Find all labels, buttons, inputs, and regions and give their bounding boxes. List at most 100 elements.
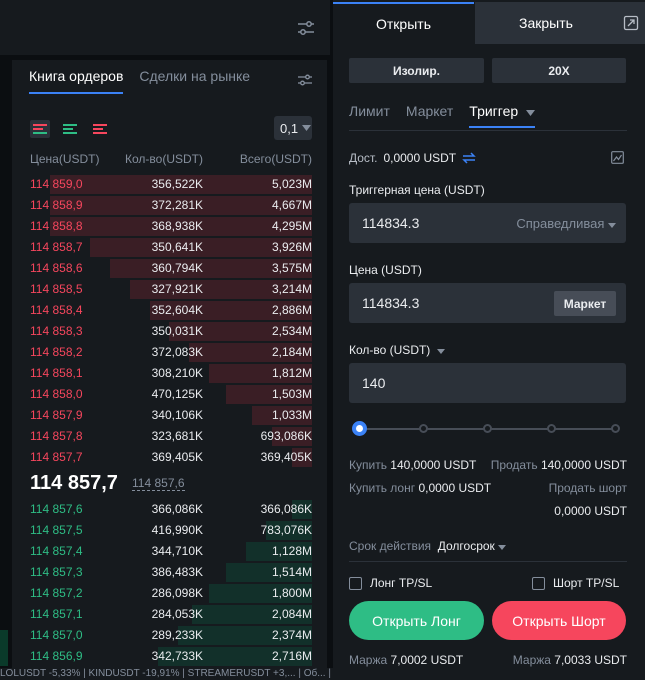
ask-qty: 360,794K: [151, 261, 203, 275]
image-icon[interactable]: [611, 151, 624, 164]
qty-value: 140: [362, 375, 386, 391]
ask-price: 114 858,7: [30, 240, 83, 254]
leverage-button[interactable]: 20X: [492, 58, 626, 83]
short-tpsl-toggle[interactable]: Шорт TP/SL: [532, 576, 619, 590]
ask-total: 5,023M: [271, 177, 312, 191]
filter-settings-icon[interactable]: [296, 18, 316, 38]
view-both-icon[interactable]: [30, 120, 50, 138]
chevron-down-icon: [436, 349, 445, 354]
ask-row[interactable]: 114 858,1 308,210K 1,812M: [12, 363, 327, 384]
ask-price: 114 857,8: [30, 429, 83, 443]
bid-row[interactable]: 114 857,1 284,053K 2,084M: [12, 604, 327, 625]
bid-row[interactable]: 114 857,0 289,233K 2,374M: [12, 625, 327, 646]
ask-row[interactable]: 114 858,4 352,604K 2,886M: [12, 300, 327, 321]
bid-qty: 344,710K: [151, 544, 203, 558]
qty-slider[interactable]: [359, 424, 620, 433]
precision-select[interactable]: 0,1: [274, 116, 312, 140]
bid-total: 366,086K: [260, 502, 312, 516]
view-bids-icon[interactable]: [60, 120, 80, 138]
buy-long-value: 0,0000 USDT: [418, 481, 492, 495]
market-price-button[interactable]: Маркет: [554, 291, 616, 316]
bid-row[interactable]: 114 857,4 344,710K 1,128M: [12, 541, 327, 562]
precision-value: 0,1: [280, 120, 299, 136]
bid-price: 114 857,5: [30, 523, 83, 537]
margin-mode-button[interactable]: Изолир.: [349, 58, 484, 83]
margin-short-value: 7,0033 USDT: [554, 653, 627, 667]
time-in-force[interactable]: Срок действия Долгосрок: [349, 539, 507, 553]
slider-handle[interactable]: [352, 421, 367, 436]
qty-input[interactable]: 140: [349, 363, 626, 403]
tab-market-trades[interactable]: Сделки на рынке: [139, 68, 250, 94]
ask-total: 1,033M: [271, 408, 312, 422]
ask-row[interactable]: 114 857,9 340,106K 1,033M: [12, 405, 327, 426]
order-type-trigger-label: Триггер: [469, 103, 519, 119]
trigger-price-label: Триггерная цена (USDT): [349, 183, 485, 197]
slider-step[interactable]: [611, 424, 620, 433]
ask-row[interactable]: 114 858,3 350,031K 2,534M: [12, 321, 327, 342]
margin-short: Маржа 7,0033 USDT: [513, 653, 627, 667]
ask-row[interactable]: 114 858,6 360,794K 3,575M: [12, 258, 327, 279]
bid-row[interactable]: 114 857,3 386,483K 1,514M: [12, 562, 327, 583]
header-qty: Кол-во(USDT): [125, 152, 203, 166]
view-asks-icon[interactable]: [90, 120, 110, 138]
sell-value: 140,0000 USDT: [540, 458, 627, 472]
sell-amount: Продать 140,0000 USDT: [491, 458, 627, 472]
checkbox-icon[interactable]: [349, 576, 362, 590]
bid-total: 1,514M: [271, 565, 312, 579]
available-value: 0,0000 USDT: [383, 151, 457, 165]
calculator-icon[interactable]: [617, 2, 645, 44]
ask-row[interactable]: 114 858,8 368,938K 4,295M: [12, 216, 327, 237]
buy-label: Купить: [349, 458, 387, 472]
orderbook-settings-icon[interactable]: [297, 72, 313, 88]
order-type-market[interactable]: Маркет: [406, 103, 453, 128]
ask-row[interactable]: 114 858,9 372,281K 4,667M: [12, 195, 327, 216]
bid-qty: 366,086K: [151, 502, 203, 516]
bid-row[interactable]: 114 857,6 366,086K 366,086K: [12, 499, 327, 520]
slider-step[interactable]: [547, 424, 556, 433]
ask-row[interactable]: 114 859,0 356,522K 5,023M: [12, 174, 327, 195]
tab-orderbook[interactable]: Книга ордеров: [29, 68, 124, 94]
ask-total: 2,886M: [271, 303, 312, 317]
margin-long: Маржа 7,0002 USDT: [349, 653, 463, 667]
bid-price: 114 857,1: [30, 607, 83, 621]
ask-row[interactable]: 114 857,8 323,681K 693,086K: [12, 426, 327, 447]
bid-qty: 284,053K: [151, 607, 203, 621]
ask-row[interactable]: 114 858,5 327,921K 3,214M: [12, 279, 327, 300]
margin-long-value: 7,0002 USDT: [390, 653, 464, 667]
qty-label[interactable]: Кол-во (USDT): [349, 343, 445, 357]
bid-price: 114 857,4: [30, 544, 83, 558]
ask-qty: 323,681K: [151, 429, 203, 443]
tab-open[interactable]: Открыть: [333, 2, 474, 44]
trigger-price-input[interactable]: 114834.3 Справедливая: [349, 203, 626, 243]
ask-row[interactable]: 114 858,7 350,641K 3,926M: [12, 237, 327, 258]
bid-total: 1,800M: [271, 586, 312, 600]
open-short-button[interactable]: Открыть Шорт: [492, 601, 626, 640]
ask-row[interactable]: 114 858,2 372,083K 2,184M: [12, 342, 327, 363]
trigger-type-select[interactable]: Справедливая: [516, 216, 616, 231]
tab-close[interactable]: Закрыть: [475, 2, 617, 44]
ask-qty: 352,604K: [151, 303, 203, 317]
bid-row[interactable]: 114 857,5 416,990K 783,076K: [12, 520, 327, 541]
bid-row[interactable]: 114 856,9 342,733K 2,716M: [12, 646, 327, 667]
order-type-trigger[interactable]: Триггер: [469, 103, 536, 128]
order-type-limit[interactable]: Лимит: [349, 103, 390, 128]
trade-panel: Открыть Закрыть Изолир. 20X Лимит Маркет…: [333, 0, 645, 680]
transfer-icon[interactable]: [462, 152, 476, 164]
slider-step[interactable]: [483, 424, 492, 433]
ask-qty: 308,210K: [151, 366, 203, 380]
ask-price: 114 858,9: [30, 198, 83, 212]
buy-long-amount: Купить лонг 0,0000 USDT: [349, 481, 491, 495]
open-long-button[interactable]: Открыть Лонг: [349, 601, 484, 640]
bid-row[interactable]: 114 857,2 286,098K 1,800M: [12, 583, 327, 604]
mark-price[interactable]: 114 857,6: [132, 476, 185, 491]
long-tpsl-label: Лонг TP/SL: [370, 576, 433, 590]
ask-total: 1,503M: [271, 387, 312, 401]
ask-row[interactable]: 114 858,0 470,125K 1,503M: [12, 384, 327, 405]
price-input[interactable]: 114834.3 Маркет: [349, 283, 626, 323]
long-tpsl-toggle[interactable]: Лонг TP/SL: [349, 576, 432, 590]
ask-row[interactable]: 114 857,7 369,405K 369,405K: [12, 447, 327, 468]
sell-short-label: Продать шорт: [548, 481, 627, 495]
checkbox-icon[interactable]: [532, 576, 545, 590]
slider-step[interactable]: [419, 424, 428, 433]
price-label: Цена (USDT): [349, 263, 422, 277]
